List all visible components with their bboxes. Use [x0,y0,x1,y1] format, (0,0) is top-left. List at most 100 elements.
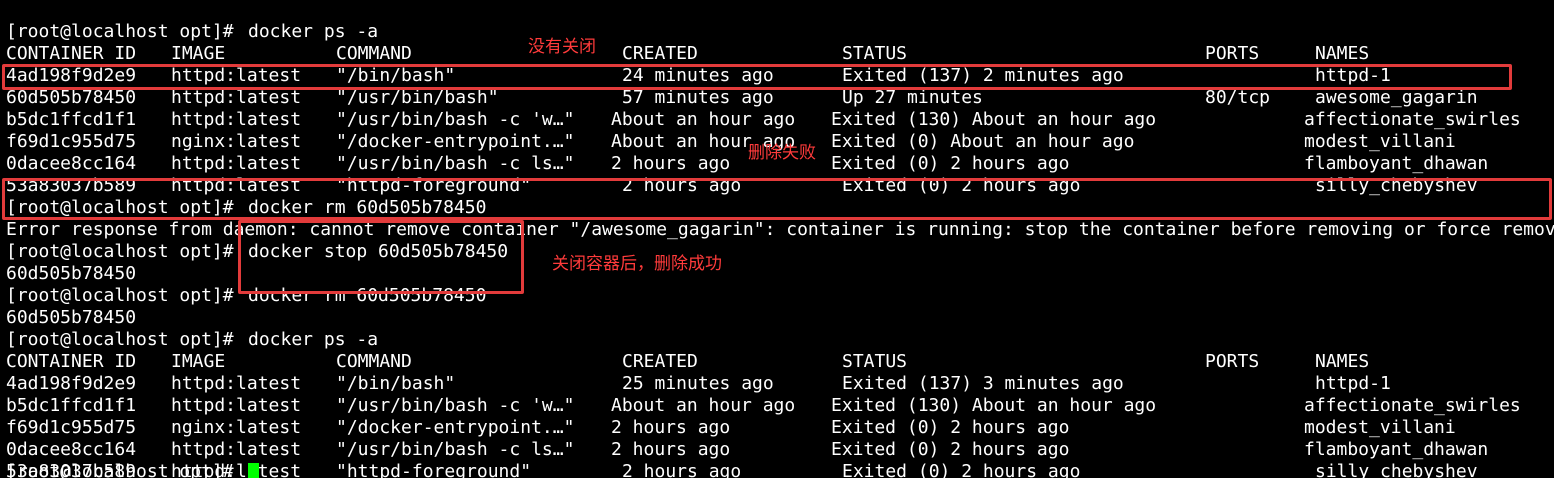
cell-created: 25 minutes ago [622,373,774,394]
cell-id: 0dacee8cc164 [6,439,137,460]
header-image: IMAGE [171,43,226,64]
text-cursor [248,463,259,478]
cell-created: 57 minutes ago [622,87,774,108]
header-ports: PORTS [1205,351,1260,372]
cell-status: Up 27 minutes [842,87,983,108]
highlight-error [2,178,1552,220]
cell-status: Exited (130) About an hour ago [831,395,1157,416]
cell-ports: 80/tcp [1205,87,1271,108]
cell-created: 2 hours ago [611,417,731,438]
cell-status: Exited (0) 2 hours ago [831,439,1070,460]
cell-command: "/docker-entrypoint.…" [336,131,575,152]
cell-status: Exited (137) 3 minutes ago [842,373,1124,394]
annotation-delete-success: 关闭容器后，删除成功 [552,254,722,274]
table-row: 0dacee8cc164 httpd:latest "/usr/bin/bash… [6,439,1488,461]
cell-image: httpd:latest [171,153,302,174]
cell-command: "/bin/bash" [336,373,456,394]
header-created: CREATED [622,351,698,372]
cell-image: nginx:latest [171,131,302,152]
header-ports: PORTS [1205,43,1260,64]
cell-command: "/usr/bin/bash -c ls…" [336,153,575,174]
cell-status: Exited (0) 2 hours ago [831,417,1070,438]
prompt: [root@localhost opt]# [6,285,245,306]
header-image: IMAGE [171,351,226,372]
table-header: CONTAINER ID IMAGE COMMAND CREATED STATU… [6,43,1369,65]
prompt: [root@localhost opt]# [6,241,245,262]
cell-command: "httpd-foreground" [336,461,532,478]
output-text: 60d505b78450 [6,307,137,328]
cell-command: "/usr/bin/bash -c 'w…" [336,109,575,130]
cell-status: Exited (0) 2 hours ago [842,461,1081,478]
cell-names: flamboyant_dhawan [1304,153,1489,174]
command-text: docker ps -a [248,21,379,42]
highlight-running-container [2,64,1512,90]
prompt-line-5: [root@localhost opt]# docker ps -a [6,329,378,351]
cell-image: httpd:latest [171,87,302,108]
cell-names: httpd-1 [1315,373,1391,394]
cell-id: f69d1c955d75 [6,131,137,152]
cell-created: 2 hours ago [611,153,731,174]
cell-image: httpd:latest [171,395,302,416]
cell-created: 2 hours ago [622,461,742,478]
cell-status: Exited (130) About an hour ago [831,109,1157,130]
header-status: STATUS [842,351,908,372]
cell-names: awesome_gagarin [1315,87,1478,108]
error-message: Error response from daemon: cannot remov… [6,219,1554,241]
cell-created: About an hour ago [611,109,796,130]
cell-id: 4ad198f9d2e9 [6,373,137,394]
table-row: 4ad198f9d2e9 httpd:latest "/bin/bash" 25… [6,373,1391,395]
cell-image: httpd:latest [171,439,302,460]
cell-id: 60d505b78450 [6,87,137,108]
header-status: STATUS [842,43,908,64]
prompt: [root@localhost opt]# [6,461,245,478]
cell-image: httpd:latest [171,373,302,394]
cell-created: 2 hours ago [611,439,731,460]
cell-status: Exited (0) 2 hours ago [831,153,1070,174]
command-text: docker ps -a [248,329,379,350]
header-container-id: CONTAINER ID [6,351,137,372]
table-row: b5dc1ffcd1f1 httpd:latest "/usr/bin/bash… [6,109,1521,131]
header-created: CREATED [622,43,698,64]
cell-id: 0dacee8cc164 [6,153,137,174]
prompt-line-4: [root@localhost opt]# docker rm 60d505b7… [6,285,486,307]
cell-status: Exited (0) About an hour ago [831,131,1135,152]
prompt-line-3: [root@localhost opt]# docker stop 60d505… [6,241,508,263]
table-row: f69d1c955d75 nginx:latest "/docker-entry… [6,131,1456,153]
cell-created: About an hour ago [611,395,796,416]
cell-command: "/usr/bin/bash -c 'w…" [336,395,575,416]
cell-image: nginx:latest [171,417,302,438]
header-names: NAMES [1315,43,1370,64]
cell-names: affectionate_swirles [1304,109,1521,130]
output-text: 60d505b78450 [6,263,137,284]
cell-command: "/docker-entrypoint.…" [336,417,575,438]
table-row: b5dc1ffcd1f1 httpd:latest "/usr/bin/bash… [6,395,1521,417]
table-row: 0dacee8cc164 httpd:latest "/usr/bin/bash… [6,153,1488,175]
cell-id: f69d1c955d75 [6,417,137,438]
cell-id: b5dc1ffcd1f1 [6,395,137,416]
table-header: CONTAINER ID IMAGE COMMAND CREATED STATU… [6,351,1369,373]
prompt-line-final[interactable]: [root@localhost opt]# [6,461,259,478]
annotation-delete-failed: 删除失败 [748,143,816,163]
table-row: 60d505b78450 httpd:latest "/usr/bin/bash… [6,87,1478,109]
header-command: COMMAND [336,351,412,372]
cell-image: httpd:latest [171,109,302,130]
annotation-not-stopped: 没有关闭 [528,37,596,57]
cell-command: "/usr/bin/bash -c ls…" [336,439,575,460]
table-row: f69d1c955d75 nginx:latest "/docker-entry… [6,417,1456,439]
cell-names: affectionate_swirles [1304,395,1521,416]
prompt: [root@localhost opt]# [6,21,245,42]
terminal-window[interactable]: [root@localhost opt]# docker ps -a CONTA… [0,0,1554,478]
cell-names: modest_villani [1304,131,1456,152]
prompt: [root@localhost opt]# [6,329,245,350]
cell-names: modest_villani [1304,417,1456,438]
header-container-id: CONTAINER ID [6,43,137,64]
cell-names: flamboyant_dhawan [1304,439,1489,460]
cell-command: "/usr/bin/bash" [336,87,499,108]
cell-names: silly_chebyshev [1315,461,1478,478]
header-command: COMMAND [336,43,412,64]
header-names: NAMES [1315,351,1370,372]
cell-id: b5dc1ffcd1f1 [6,109,137,130]
command-output: 60d505b78450 [6,307,136,329]
prompt-line-1: [root@localhost opt]# docker ps -a [6,21,378,43]
command-output: 60d505b78450 [6,263,136,285]
